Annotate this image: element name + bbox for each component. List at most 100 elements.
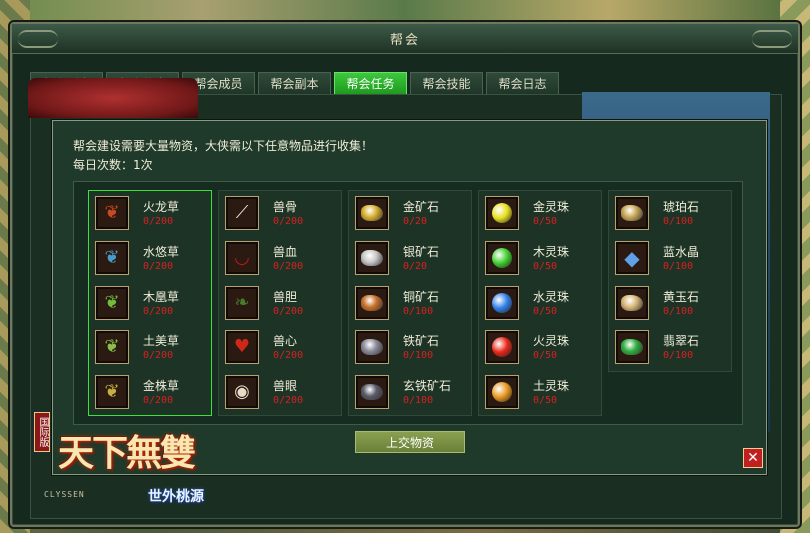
gold-ore-icon	[361, 205, 383, 221]
item-slot[interactable]: ❧	[225, 285, 259, 320]
item-name: 水悠草	[143, 244, 180, 259]
task-intro: 帮会建设需要大量物资，大侠需以下任意物品进行收集！ 每日次数：1次	[73, 137, 373, 175]
item-slot[interactable]	[485, 375, 519, 410]
item-slot[interactable]	[485, 285, 519, 320]
close-dialog-button[interactable]: ✕	[743, 448, 763, 468]
item-name: 水灵珠	[533, 289, 570, 304]
item-count: 0/50	[533, 216, 558, 227]
item-slot[interactable]: ❦	[95, 196, 129, 230]
item-slot[interactable]	[485, 330, 519, 365]
item-name: 蓝水晶	[663, 244, 700, 259]
tab-4[interactable]: 帮会副本	[258, 72, 331, 94]
item-name: 木凰草	[143, 289, 180, 304]
submit-materials-button[interactable]: 上交物资	[355, 431, 465, 453]
herb-icon: ❦	[104, 381, 120, 403]
material-item[interactable]: ❧ 兽胆 0/200	[223, 283, 337, 323]
material-item[interactable]: 土灵珠 0/50	[483, 372, 597, 412]
item-count: 0/50	[533, 305, 558, 317]
material-item[interactable]: 铁矿石 0/100	[353, 327, 467, 367]
item-slot[interactable]	[355, 285, 389, 320]
material-item[interactable]: 翡翠石 0/100	[613, 327, 727, 367]
item-slot[interactable]: ◡	[225, 240, 259, 275]
item-count: 0/100	[403, 350, 434, 362]
item-count: 0/20	[403, 260, 428, 272]
item-name: 翡翠石	[663, 334, 700, 349]
logo-subtitle: 世外桃源	[148, 489, 204, 505]
item-count: 0/200	[273, 216, 304, 227]
material-item[interactable]: 铜矿石 0/100	[353, 283, 467, 323]
tab-6[interactable]: 帮会技能	[410, 72, 483, 94]
item-slot[interactable]: ❦	[95, 330, 129, 365]
material-item[interactable]: ♥ 兽心 0/200	[223, 327, 337, 367]
material-item[interactable]: 黄玉石 0/100	[613, 283, 727, 323]
item-slot[interactable]	[485, 196, 519, 230]
item-slot[interactable]	[355, 196, 389, 230]
item-slot[interactable]: ⟋	[225, 196, 259, 230]
blue-crystal-icon: ◆	[624, 245, 640, 270]
herb-icon: ❦	[104, 246, 120, 268]
window-title-bar[interactable]: 帮会	[12, 24, 798, 54]
fire-orb-icon	[492, 337, 512, 358]
item-slot[interactable]	[485, 240, 519, 275]
material-item[interactable]: ⟋ 兽骨 0/200	[223, 193, 337, 233]
item-name: 金灵珠	[533, 200, 570, 214]
item-name: 土灵珠	[533, 379, 570, 394]
item-slot[interactable]: ♥	[225, 330, 259, 365]
item-slot[interactable]: ◆	[615, 240, 649, 275]
material-column-5: 琥珀石 0/100 ◆ 蓝水晶 0/100 黄玉石 0/100 翡翠石 0/100	[608, 190, 732, 372]
item-name: 铁矿石	[403, 334, 440, 349]
item-slot[interactable]	[615, 330, 649, 365]
material-item[interactable]: 金灵珠 0/50	[483, 193, 597, 233]
material-item[interactable]: ◡ 兽血 0/200	[223, 238, 337, 278]
material-item[interactable]: 木灵珠 0/50	[483, 238, 597, 278]
title-ornament-left	[18, 30, 58, 48]
logo-badge: 国际版	[34, 412, 50, 452]
logo-title: 天下無雙	[58, 432, 196, 474]
item-count: 0/200	[143, 305, 174, 317]
item-name: 兽心	[273, 334, 298, 349]
item-count: 0/200	[273, 305, 304, 317]
material-item[interactable]: 琥珀石 0/100	[613, 193, 727, 233]
item-slot[interactable]	[355, 240, 389, 275]
iron-ore-icon	[361, 339, 383, 356]
tab-7[interactable]: 帮会日志	[486, 72, 559, 94]
material-item[interactable]: ◆ 蓝水晶 0/100	[613, 238, 727, 278]
item-slot[interactable]: ❦	[95, 240, 129, 275]
item-slot[interactable]: ❦	[95, 375, 129, 410]
item-slot[interactable]: ◉	[225, 375, 259, 410]
item-count: 0/200	[143, 350, 174, 362]
item-slot[interactable]: ❦	[95, 285, 129, 320]
material-item[interactable]: ❦ 土美草 0/200	[93, 327, 207, 367]
logo-latin-text: CLYSSEN	[44, 490, 85, 499]
copper-ore-icon	[361, 294, 383, 311]
material-item[interactable]: 水灵珠 0/50	[483, 283, 597, 323]
blood-bowl-icon: ◡	[234, 246, 250, 268]
background-scenery-top	[0, 0, 810, 22]
material-item[interactable]: ❦ 金株草 0/200	[93, 372, 207, 412]
material-item[interactable]: 金矿石 0/20	[353, 193, 467, 233]
item-slot[interactable]	[615, 285, 649, 320]
material-item[interactable]: ◉ 兽眼 0/200	[223, 372, 337, 412]
close-icon: ✕	[747, 450, 759, 466]
tab-5[interactable]: 帮会任务	[334, 72, 407, 94]
item-slot[interactable]	[355, 330, 389, 365]
jade-icon	[621, 339, 643, 356]
material-item[interactable]: 玄铁矿石 0/100	[353, 372, 467, 412]
material-item[interactable]: ❦ 火龙草 0/200	[93, 193, 207, 233]
item-name: 兽胆	[273, 289, 298, 304]
item-count: 0/100	[663, 305, 694, 317]
material-column-1: ❦ 火龙草 0/200 ❦ 水悠草 0/200 ❦ 木凰草 0/200 ❦ 土美草 0/200 ❦ 金株草…	[88, 190, 212, 416]
item-name: 兽血	[273, 244, 298, 259]
item-count: 0/100	[403, 305, 434, 317]
earth-orb-icon	[492, 382, 512, 403]
item-slot[interactable]	[615, 196, 649, 230]
material-item[interactable]: 火灵珠 0/50	[483, 327, 597, 367]
material-item[interactable]: 银矿石 0/20	[353, 238, 467, 278]
title-ornament-right	[752, 30, 792, 48]
material-item[interactable]: ❦ 木凰草 0/200	[93, 283, 207, 323]
item-slot[interactable]	[355, 375, 389, 410]
material-column-2: ⟋ 兽骨 0/200 ◡ 兽血 0/200 ❧ 兽胆 0/200 ♥ 兽心 0/200 ◉ 兽眼 0/200	[218, 190, 342, 416]
item-name: 火龙草	[143, 200, 180, 214]
material-item[interactable]: ❦ 水悠草 0/200	[93, 238, 207, 278]
herb-icon: ❦	[104, 291, 120, 313]
